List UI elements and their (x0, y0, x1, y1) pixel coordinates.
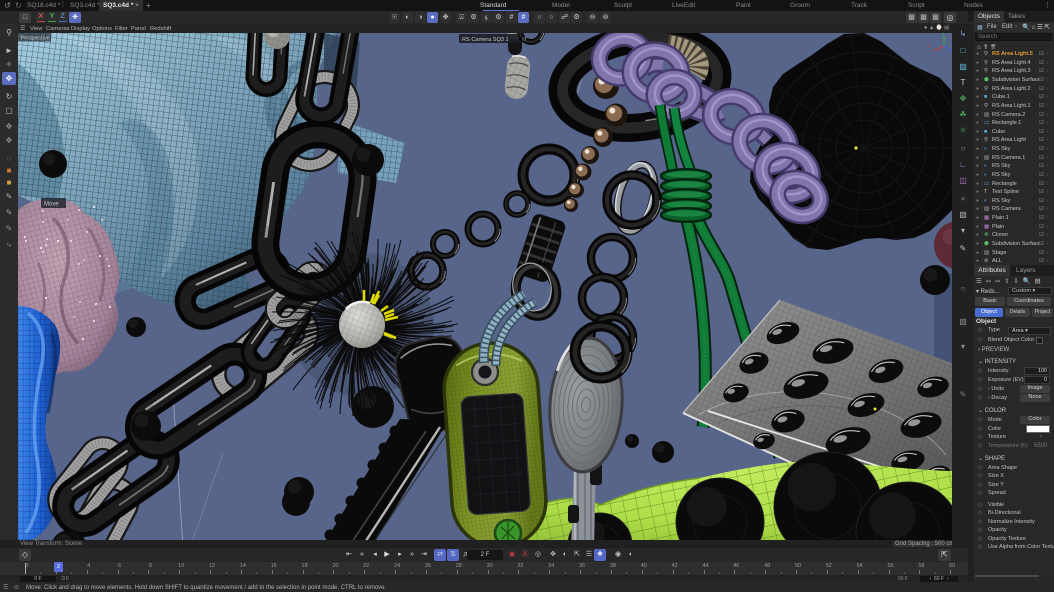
svg-text:Move: Move (44, 202, 59, 208)
svg-text:Perspective: Perspective (21, 35, 50, 41)
svg-text:↺: ↺ (522, 36, 527, 43)
svg-text:RS Camera SQ3 1: RS Camera SQ3 1 (462, 37, 509, 43)
